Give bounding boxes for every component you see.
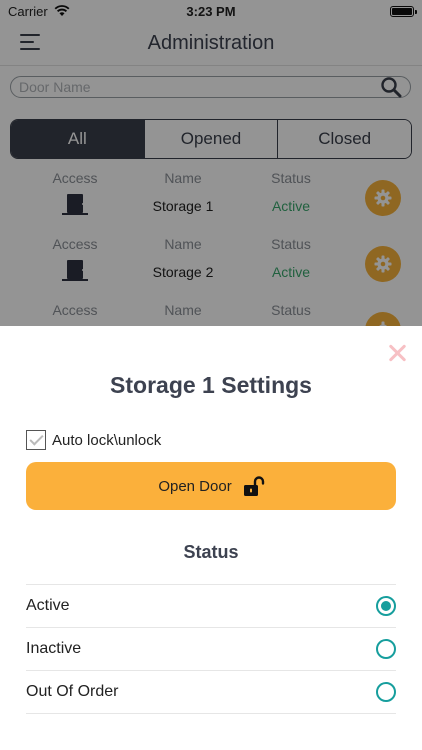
modal-backdrop[interactable]: [0, 0, 422, 326]
settings-sheet: Storage 1 Settings Auto lock\unlock Open…: [0, 326, 422, 750]
auto-lock-option[interactable]: Auto lock\unlock: [26, 430, 161, 450]
open-door-button[interactable]: Open Door: [26, 462, 396, 510]
radio-button[interactable]: [376, 639, 396, 659]
sheet-title: Storage 1 Settings: [110, 372, 312, 398]
status-option-active[interactable]: Active: [26, 585, 396, 628]
radio-button[interactable]: [376, 596, 396, 616]
radio-button[interactable]: [376, 682, 396, 702]
auto-lock-checkbox[interactable]: [26, 430, 46, 450]
option-label: Active: [26, 597, 70, 614]
status-section-title: Status: [183, 542, 239, 562]
open-door-label: Open Door: [158, 477, 232, 495]
close-icon[interactable]: [386, 342, 408, 364]
status-options: Active Inactive Out Of Order: [26, 584, 396, 714]
auto-lock-label: Auto lock\unlock: [52, 431, 162, 449]
unlock-icon: [242, 475, 264, 497]
option-label: Inactive: [26, 640, 82, 657]
status-option-inactive[interactable]: Inactive: [26, 628, 396, 671]
status-option-out-of-order[interactable]: Out Of Order: [26, 671, 396, 714]
option-label: Out Of Order: [26, 683, 119, 700]
